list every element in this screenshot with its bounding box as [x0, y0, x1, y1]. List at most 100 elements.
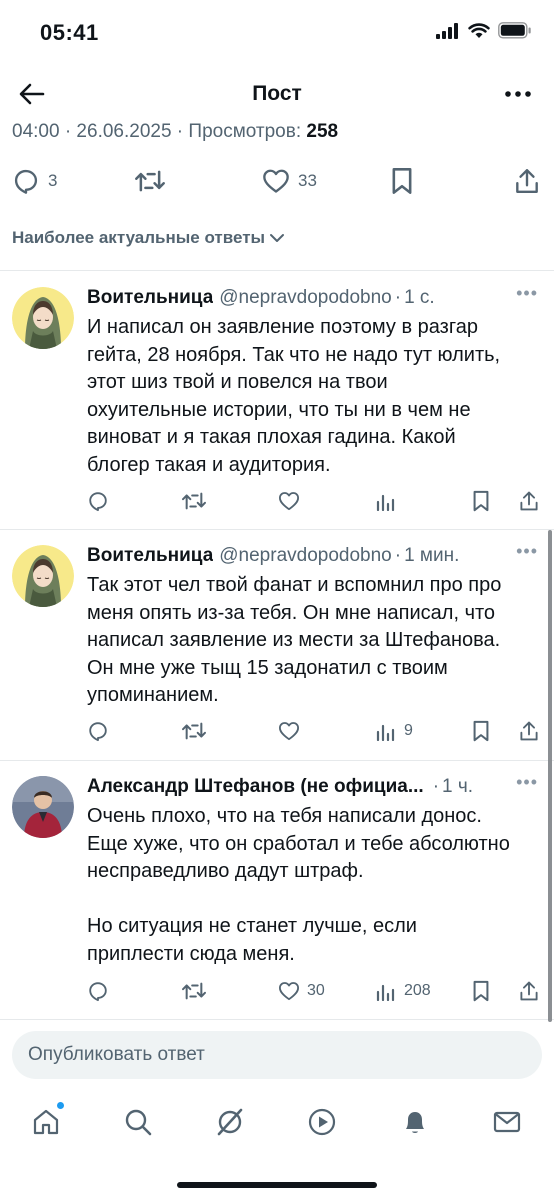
- author-name[interactable]: Воительница: [87, 287, 213, 309]
- like-button[interactable]: 30: [278, 976, 325, 1006]
- like-icon: [278, 722, 299, 741]
- retweet-button[interactable]: [181, 976, 207, 1006]
- like-count: 33: [298, 171, 317, 190]
- post-timestamp: 04:00 · 26.06.2025 · Просмотров:: [12, 121, 302, 142]
- like-button[interactable]: 33: [262, 164, 317, 198]
- author-name[interactable]: Александр Штефанов (не официа...: [87, 776, 424, 798]
- avatar-illustration: [12, 545, 74, 607]
- retweet-button[interactable]: [181, 486, 207, 516]
- replies-sort-dropdown[interactable]: Наиболее актуальные ответы: [12, 228, 285, 248]
- retweet-icon: [181, 492, 207, 510]
- retweet-icon: [181, 722, 207, 740]
- more-options-button[interactable]: [500, 78, 536, 110]
- reply-action-bar: 30 208: [0, 976, 554, 1006]
- share-icon: [516, 169, 538, 193]
- reply-count: 3: [48, 171, 58, 190]
- share-button[interactable]: [518, 716, 540, 746]
- reply-action-bar: 9: [0, 716, 554, 746]
- bottom-tab-bar: [0, 1100, 554, 1146]
- separator-dot: ·: [394, 545, 402, 566]
- reply-action-bar: [0, 486, 554, 516]
- retweet-button[interactable]: [181, 716, 207, 746]
- sort-label: Наиболее актуальные ответы: [12, 228, 266, 247]
- retweet-icon: [135, 170, 165, 192]
- views-count: 208: [404, 982, 431, 999]
- reply-icon: [89, 982, 107, 1002]
- author-handle[interactable]: @nepravdopodobno: [219, 287, 391, 309]
- separator-dot: ·: [432, 776, 440, 797]
- compose-placeholder: Опубликовать ответ: [28, 1044, 205, 1065]
- share-button[interactable]: [514, 164, 540, 198]
- bookmark-button[interactable]: [390, 164, 414, 198]
- reply-text: Так этот чел твой фанат и вспомнил про п…: [87, 574, 502, 706]
- like-button[interactable]: [278, 486, 300, 516]
- views-icon: [376, 494, 395, 511]
- views-icon: [376, 724, 395, 741]
- bookmark-button[interactable]: [471, 976, 491, 1006]
- reply-text: И написал он заявление поэтому в разгар …: [87, 316, 501, 476]
- reply-button[interactable]: [87, 976, 109, 1006]
- reply-compose-input[interactable]: Опубликовать ответ: [12, 1031, 542, 1079]
- reply-button[interactable]: [87, 716, 109, 746]
- chevron-down-icon: [270, 234, 285, 242]
- reply-button[interactable]: [87, 486, 109, 516]
- author-name[interactable]: Воительница: [87, 545, 213, 567]
- page-title: Пост: [252, 82, 302, 105]
- reply-icon: [89, 492, 107, 512]
- notification-dot: [57, 1102, 64, 1109]
- like-button[interactable]: [278, 716, 300, 746]
- tab-notifications[interactable]: [395, 1100, 435, 1144]
- avatar-illustration: [12, 287, 74, 349]
- reply-header: Александр Штефанов (не официа... · 1 ч. …: [87, 772, 538, 802]
- tab-search[interactable]: [118, 1100, 158, 1144]
- search-icon: [125, 1109, 152, 1136]
- divider: [0, 1019, 554, 1020]
- reply-header: Воительница @nepravdopodobno · 1 с. •••: [87, 283, 538, 313]
- reply-button[interactable]: 3: [12, 164, 57, 198]
- bell-icon: [406, 1112, 424, 1133]
- avatar[interactable]: [12, 776, 74, 838]
- status-time: 05:41: [40, 20, 99, 45]
- status-icons: [436, 22, 532, 39]
- reply-icon: [14, 169, 38, 194]
- share-icon: [520, 721, 538, 741]
- author-handle[interactable]: @nepravdopodobno: [219, 545, 391, 567]
- wifi-icon: [468, 22, 490, 38]
- scrollbar[interactable]: [548, 530, 552, 1022]
- top-header: Пост: [0, 64, 554, 124]
- mail-icon: [493, 1111, 521, 1133]
- avatar-photo: [12, 776, 74, 838]
- reply-more-button[interactable]: •••: [516, 772, 538, 793]
- reply-header: Воительница @nepravdopodobno · 1 мин. ••…: [87, 541, 538, 571]
- tab-messages[interactable]: [487, 1100, 527, 1144]
- share-button[interactable]: [518, 976, 540, 1006]
- tab-home[interactable]: [26, 1100, 66, 1144]
- reply-time: 1 ч.: [442, 776, 474, 797]
- video-icon: [308, 1108, 336, 1136]
- reply-text: Очень плохо, что на тебя написали донос.…: [87, 805, 510, 965]
- share-button[interactable]: [518, 486, 540, 516]
- reply-time: 1 мин.: [404, 545, 460, 566]
- like-icon: [278, 492, 299, 511]
- tab-grok[interactable]: [210, 1100, 250, 1144]
- separator-dot: ·: [394, 287, 402, 308]
- reply-more-button[interactable]: •••: [516, 283, 538, 304]
- views-button[interactable]: [375, 486, 397, 516]
- post-views-count: 258: [306, 121, 339, 142]
- views-icon: [376, 984, 395, 1001]
- views-button[interactable]: 9: [375, 716, 413, 746]
- home-indicator: [177, 1182, 377, 1188]
- avatar[interactable]: [12, 545, 74, 607]
- bookmark-button[interactable]: [471, 716, 491, 746]
- divider: [0, 270, 554, 271]
- reply-more-button[interactable]: •••: [516, 541, 538, 562]
- views-button[interactable]: 208: [375, 976, 431, 1006]
- tab-video[interactable]: [302, 1100, 342, 1144]
- like-count: 30: [307, 982, 325, 999]
- views-count: 9: [404, 722, 413, 739]
- share-icon: [520, 981, 538, 1001]
- bookmark-icon: [392, 168, 412, 194]
- bookmark-button[interactable]: [471, 486, 491, 516]
- retweet-button[interactable]: [134, 164, 166, 198]
- avatar[interactable]: [12, 287, 74, 349]
